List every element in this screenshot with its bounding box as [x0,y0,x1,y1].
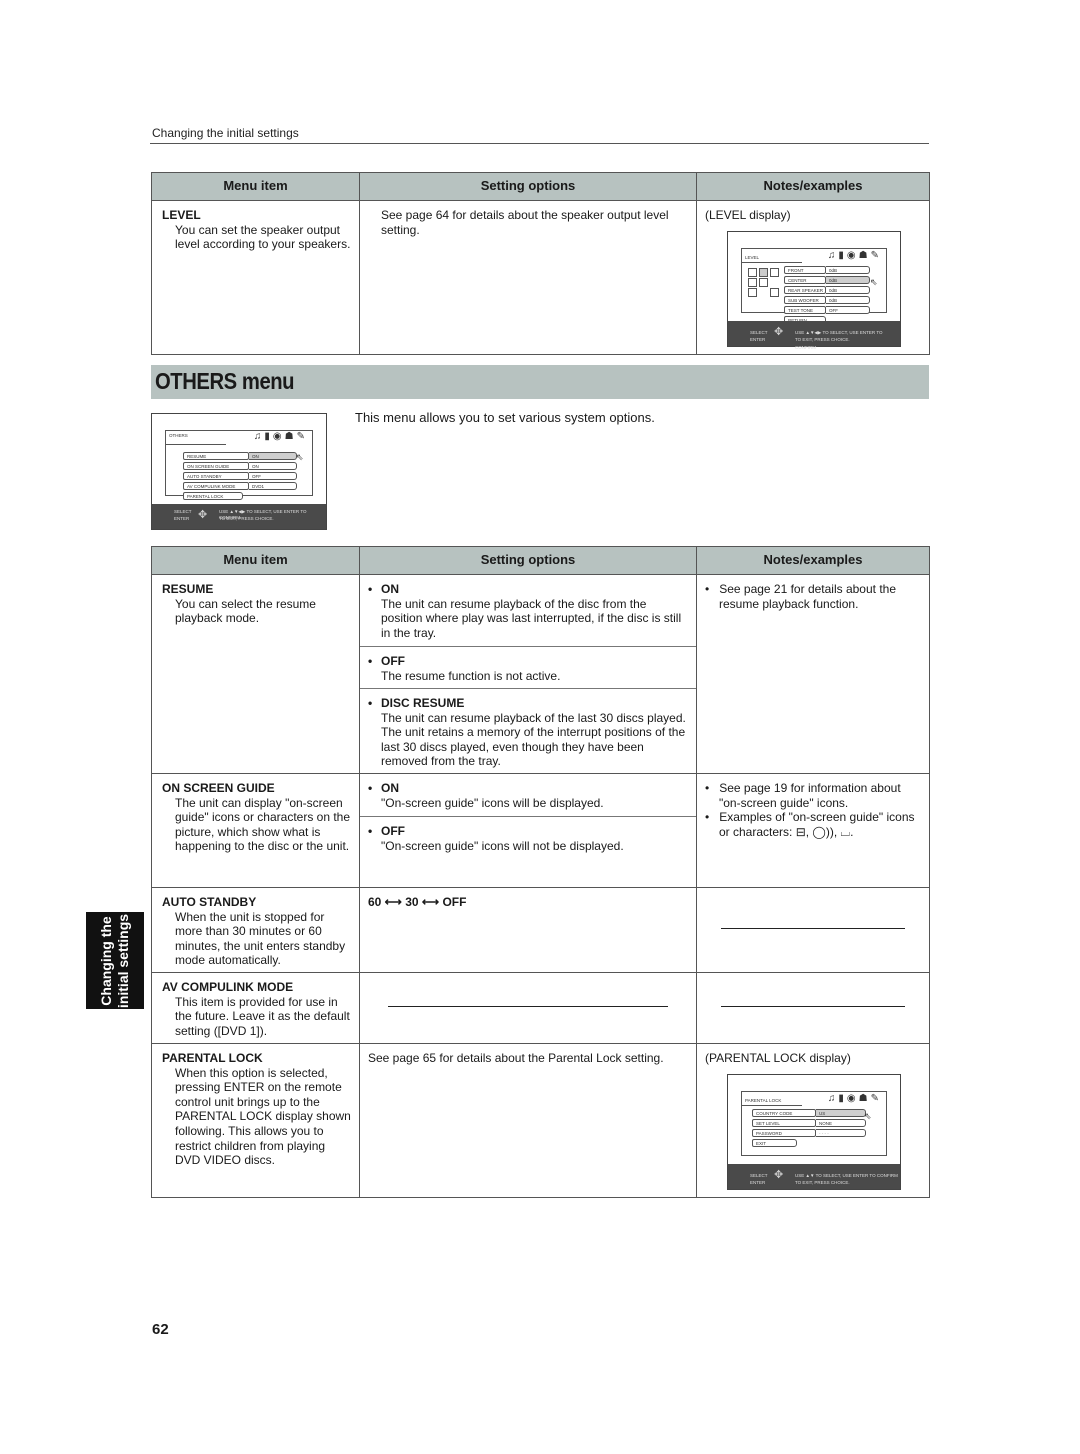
menu-row[interactable]: RESUME ON [183,452,308,460]
option-resume-off: • OFF The resume function is not active. [360,646,696,688]
no-notes-dash [721,928,905,929]
item-desc-auto-standby: When the unit is stopped for more than 3… [175,909,346,968]
screen-tab-label: OTHERS [169,433,188,438]
option-auto-standby: 60 ⟷ 30 ⟷ OFF [368,895,467,909]
level-display-screen: LEVEL ♫▮◉☗✎ FRONT SPEAKER0dB CENTER SPEA… [727,231,901,350]
header-notes-examples: Notes/examples [696,172,930,201]
item-title-av-compulink: AV COMPULINK MODE [162,980,294,994]
menu-row[interactable]: REAR SPEAKER 0dB [784,286,884,294]
menu-row[interactable]: TEST TONE OFF [784,306,884,314]
item-desc-resume: You can select the resume playback mode. [175,596,316,626]
menu-row[interactable]: SUB WOOFER 0dB [784,296,884,304]
menu-row[interactable]: COUNTRY CODE US [752,1109,877,1117]
page-number: 62 [152,1321,169,1338]
note-parental-lock: (PARENTAL LOCK display) [705,1051,851,1065]
menu-row[interactable]: FRONT SPEAKER0dB [784,266,884,280]
note-resume: • See page 21 for details about the resu… [705,582,897,611]
header-rule [150,143,929,144]
dpad-icon: ✥ [198,509,208,521]
screen-tab-label: PARENTAL LOCK [745,1098,782,1103]
menu-tab-icons: ♫▮◉☗✎ [253,431,308,442]
item-desc-level: You can set the speaker output level acc… [175,222,351,252]
screen-footer: SELECT ENTER ✥ USE ▲▼◀▶ TO SELECT, USE E… [152,504,326,529]
menu-row[interactable]: PARENTAL LOCK [183,492,243,500]
option-osg-on: • ON "On-screen guide" icons will be disp… [368,781,604,810]
option-resume-on: • ON The unit can resume playback of the … [368,582,682,640]
others-menu-screen: OTHERS ♫▮◉☗✎ RESUME ON ⇖ ON SCREEN GUIDE O… [151,413,327,530]
table-row-av-compulink: AV COMPULINK MODE This item is provided … [151,972,930,1044]
section-intro: This menu allows you to set various syst… [355,410,655,425]
item-title-parental-lock: PARENTAL LOCK [162,1051,263,1065]
table-row-auto-standby: AUTO STANDBY When the unit is stopped fo… [151,887,930,973]
header-menu-item: Menu item [151,546,360,575]
item-title-level: LEVEL [162,208,201,222]
speaker-icon [759,278,768,287]
speaker-icon [770,268,779,277]
others-table: Menu item Setting options Notes/examples… [151,546,930,1198]
table-row-on-screen-guide: ON SCREEN GUIDE The unit can display "on… [151,773,930,888]
item-desc-av-compulink: This item is provided for use in the fut… [175,994,350,1038]
screen-footer: SELECT ENTER ✥ USE ▲▼ TO SELECT, USE ENT… [728,1164,900,1189]
section-title: OTHERS menu [155,368,295,394]
item-desc-parental-lock: When this option is selected, pressing E… [175,1065,351,1168]
speaker-icon [748,278,757,287]
note-level: (LEVEL display) [705,208,791,222]
item-title-resume: RESUME [162,582,214,596]
menu-tab-icons: ♫▮◉☗✎ [827,1093,882,1104]
note-osg-2: • Examples of "on-screen guide" icons or… [705,810,915,839]
running-head: Changing the initial settings [152,126,299,140]
no-notes-dash [721,1006,905,1007]
menu-row[interactable]: EXIT [752,1139,797,1147]
menu-row[interactable]: ON SCREEN GUIDE ON [183,462,308,470]
header-notes-examples: Notes/examples [696,546,930,575]
option-resume-disc-resume: • DISC RESUME The unit can resume playbac… [360,688,696,773]
table-row-level: LEVEL You can set the speaker output lev… [151,200,930,355]
menu-row[interactable]: AV COMPULINK MODE DVD1 [183,482,308,490]
section-bar: OTHERS menu [151,365,929,399]
speaker-icon [759,268,768,277]
header-setting-options: Setting options [359,546,697,575]
table-row-resume: RESUME You can select the resume playbac… [151,574,930,774]
table-row-parental-lock: PARENTAL LOCK When this option is select… [151,1043,930,1198]
speaker-icon [748,288,757,297]
menu-tab-icons: ♫▮◉☗✎ [827,250,882,261]
menu-row[interactable]: AUTO STANDBY OFF [183,472,308,480]
item-title-auto-standby: AUTO STANDBY [162,895,257,909]
dpad-icon: ✥ [774,326,784,338]
speaker-icon [770,288,779,297]
option-osg-off: • OFF "On-screen guide" icons will not be… [360,816,696,861]
item-title-on-screen-guide: ON SCREEN GUIDE [162,781,275,795]
option-level: See page 64 for details about the speake… [381,208,669,237]
menu-row[interactable]: PASSWORD - - - - [752,1129,877,1137]
header-menu-item: Menu item [151,172,360,201]
menu-row[interactable]: CENTER SPEAKER0dB [784,276,884,290]
header-setting-options: Setting options [359,172,697,201]
screen-footer: SELECT ENTER ✥ USE ▲▼◀▶ TO SELECT, USE E… [728,321,900,350]
parental-lock-screen: PARENTAL LOCK ♫▮◉☗✎ COUNTRY CODE US ⇖ SET… [727,1074,901,1190]
dpad-icon: ✥ [774,1169,784,1181]
no-options-dash [388,1006,668,1007]
note-osg-1: • See page 19 for information about "on-… [705,781,901,810]
item-desc-on-screen-guide: The unit can display "on-screen guide" i… [175,795,351,854]
option-parental-lock: See page 65 for details about the Parent… [368,1051,664,1065]
chapter-side-tab: Changing the initial settings [86,912,144,1009]
speaker-icon [748,268,757,277]
screen-tab-label: LEVEL [745,255,760,260]
menu-row[interactable]: SET LEVEL NONE [752,1119,877,1127]
level-table: Menu item Setting options Notes/examples… [151,172,930,355]
